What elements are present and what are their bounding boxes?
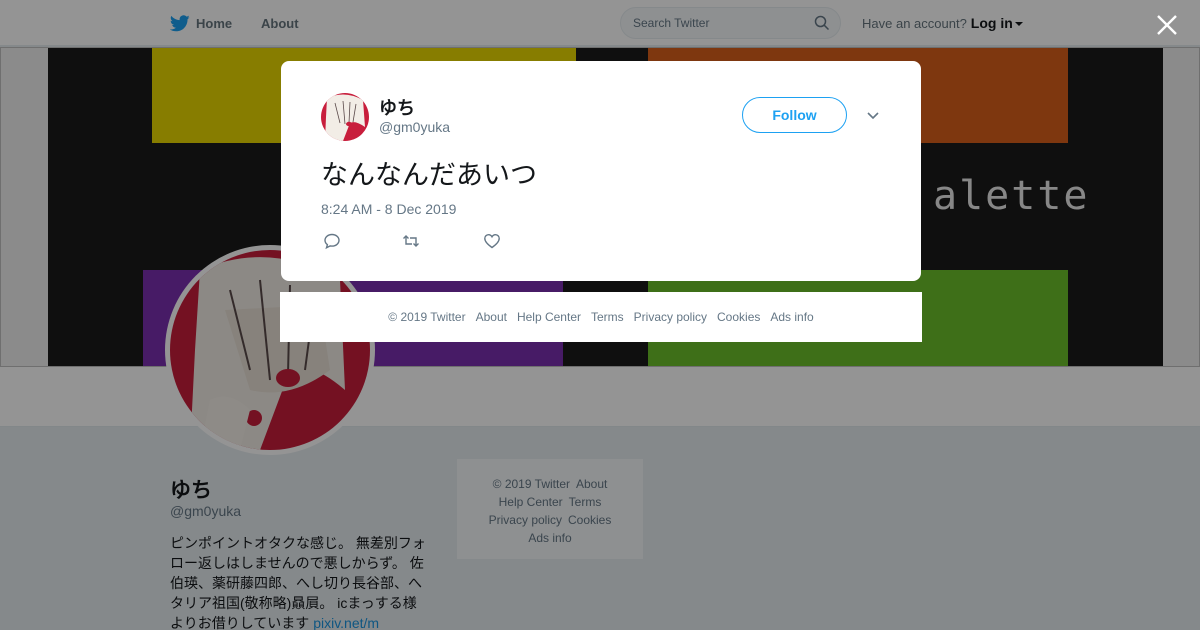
chevron-down-icon[interactable] bbox=[865, 107, 881, 123]
footer-privacy-link[interactable]: Privacy policy bbox=[634, 310, 707, 324]
footer-about-link[interactable]: About bbox=[476, 310, 507, 324]
tweet-modal: ゆち @gm0yuka Follow なんなんだあいつ 8:24 AM - 8 … bbox=[281, 61, 921, 281]
footer-terms-link[interactable]: Terms bbox=[591, 310, 624, 324]
footer-cookies-link[interactable]: Cookies bbox=[717, 310, 760, 324]
tweet-text: なんなんだあいつ bbox=[321, 160, 537, 191]
close-icon[interactable] bbox=[1154, 12, 1180, 38]
footer-ads-link[interactable]: Ads info bbox=[770, 310, 813, 324]
avatar-illustration bbox=[321, 93, 369, 141]
tweet-timestamp[interactable]: 8:24 AM - 8 Dec 2019 bbox=[321, 201, 456, 217]
footer-help-link[interactable]: Help Center bbox=[517, 310, 581, 324]
heart-icon[interactable] bbox=[483, 232, 501, 250]
retweet-icon[interactable] bbox=[402, 232, 420, 250]
reply-icon[interactable] bbox=[323, 232, 341, 250]
tweet-author-handle[interactable]: @gm0yuka bbox=[379, 119, 450, 135]
follow-button[interactable]: Follow bbox=[742, 97, 847, 133]
modal-footer: © 2019 Twitter About Help Center Terms P… bbox=[280, 292, 922, 342]
footer-copyright: © 2019 Twitter bbox=[388, 310, 466, 324]
tweet-author-name[interactable]: ゆち bbox=[379, 94, 415, 120]
tweet-author-avatar[interactable] bbox=[321, 93, 369, 141]
